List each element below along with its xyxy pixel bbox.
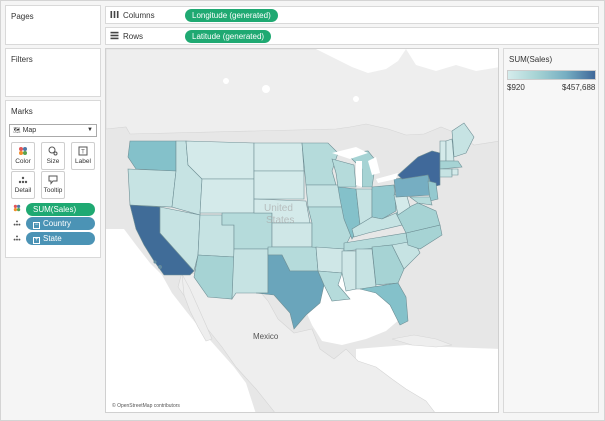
state-rhode-island	[451, 168, 459, 176]
map-view[interactable]: United States Mexico © OpenStreetMap con…	[105, 48, 499, 413]
columns-label: Columns	[123, 11, 155, 20]
country-label-line1: United	[264, 203, 293, 214]
country-pill[interactable]: − Country	[26, 217, 95, 230]
longitude-pill[interactable]: Longitude (generated)	[185, 9, 278, 22]
mexico-label: Mexico	[253, 332, 279, 341]
state-massachusetts	[439, 160, 463, 170]
state-south-dakota	[253, 170, 305, 200]
chevron-down-icon: ▼	[87, 127, 93, 133]
size-button-label: Size	[46, 158, 60, 165]
state-new-mexico	[231, 248, 269, 301]
state-north-dakota	[253, 142, 305, 172]
sum-sales-pill[interactable]: SUM(Sales)	[26, 203, 95, 216]
state-pill-label: State	[43, 234, 62, 243]
detail-button-label: Detail	[14, 187, 32, 194]
legend-min-value: $920	[507, 83, 525, 92]
filters-title: Filters	[11, 55, 33, 64]
lake-michigan	[356, 161, 362, 187]
state-arkansas	[315, 246, 345, 274]
mark-type-dropdown[interactable]: 🗺 Map ▼	[9, 124, 97, 137]
legend-title: SUM(Sales)	[509, 55, 553, 64]
color-button[interactable]: Color	[11, 142, 35, 170]
rows-shelf[interactable]: Rows	[105, 27, 599, 45]
color-dots-icon	[13, 204, 21, 214]
pages-panel[interactable]: Pages	[5, 5, 101, 45]
rows-icon	[110, 31, 119, 42]
state-maryland	[409, 196, 433, 206]
country-label-line2: States	[266, 215, 294, 226]
rows-label: Rows	[123, 32, 144, 41]
detail-dots-icon	[13, 219, 21, 229]
filters-panel[interactable]: Filters	[5, 48, 101, 97]
color-legend-bar	[507, 70, 596, 80]
latitude-pill[interactable]: Latitude (generated)	[185, 30, 272, 43]
legend-max-value: $457,688	[562, 83, 596, 92]
detail-button[interactable]: Detail	[11, 171, 35, 199]
label-icon: T	[72, 146, 94, 157]
state-pennsylvania	[393, 174, 433, 198]
state-pill[interactable]: + State	[26, 232, 95, 245]
sum-sales-pill-label: SUM(Sales)	[33, 205, 77, 214]
hawaii-island	[153, 260, 157, 264]
tooltip-button-label: Tooltip	[43, 187, 63, 194]
longitude-pill-label: Longitude (generated)	[192, 11, 271, 20]
color-button-label: Color	[15, 158, 31, 165]
cuba	[391, 334, 453, 348]
expand-icon: +	[33, 237, 40, 244]
hawaii-island	[158, 265, 162, 269]
state-washington	[127, 140, 177, 172]
state-minnesota	[301, 142, 339, 186]
state-connecticut	[439, 168, 453, 178]
collapse-icon: −	[33, 222, 40, 229]
detail-dots-icon	[13, 234, 21, 244]
state-kansas	[271, 222, 313, 248]
state-vermont	[439, 140, 447, 162]
latitude-pill-label: Latitude (generated)	[192, 32, 265, 41]
state-ohio	[371, 184, 397, 220]
map-mark-icon: 🗺	[13, 128, 21, 134]
tooltip-icon	[42, 175, 64, 186]
workspace: Pages Filters Marks 🗺 Map ▼ Color Size T…	[0, 0, 605, 421]
legend-panel[interactable]: SUM(Sales)	[503, 48, 599, 413]
country-pill-label: Country	[43, 219, 72, 228]
detail-dots-icon	[12, 175, 34, 186]
map-attribution: © OpenStreetMap contributors	[112, 402, 180, 409]
label-button-label: Label	[75, 158, 91, 165]
map-canvas[interactable]: United States Mexico © OpenStreetMap con…	[106, 49, 499, 413]
size-icon	[42, 146, 64, 157]
pages-title: Pages	[11, 12, 34, 21]
color-dots-icon	[12, 146, 34, 157]
state-wyoming	[199, 178, 255, 214]
state-oregon	[127, 168, 177, 208]
tooltip-button[interactable]: Tooltip	[41, 171, 65, 199]
label-button[interactable]: T Label	[71, 142, 95, 170]
state-montana	[185, 140, 255, 180]
columns-icon	[110, 10, 119, 21]
columns-shelf[interactable]: Columns	[105, 6, 599, 24]
marks-title: Marks	[11, 107, 33, 116]
size-button[interactable]: Size	[41, 142, 65, 170]
mark-type-value: Map	[22, 127, 37, 134]
svg-text:T: T	[81, 150, 85, 156]
